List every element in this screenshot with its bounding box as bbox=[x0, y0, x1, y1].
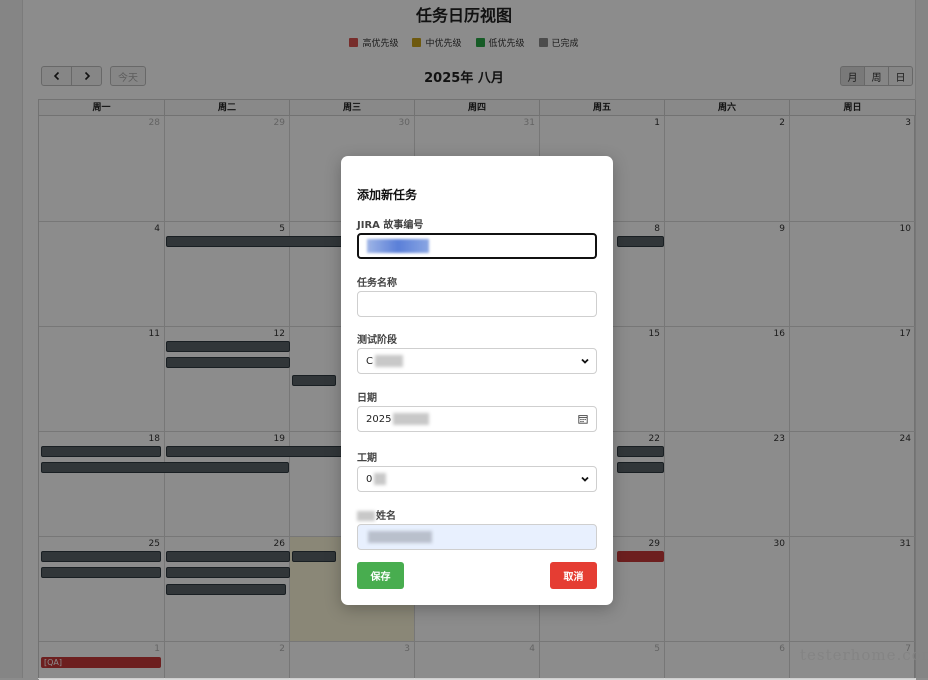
redacted-value bbox=[374, 355, 403, 367]
task-name-label: 任务名称 bbox=[357, 278, 397, 289]
redacted-value bbox=[374, 473, 387, 485]
redacted-value bbox=[357, 511, 375, 521]
date-label: 日期 bbox=[357, 393, 377, 404]
test-stage-select[interactable]: C bbox=[357, 348, 597, 374]
tester-name-label: 姓名 bbox=[357, 507, 396, 522]
workdays-label: 工期 bbox=[357, 453, 377, 464]
date-value: 2025 bbox=[366, 413, 392, 425]
date-input[interactable]: 2025 bbox=[357, 406, 597, 432]
jira-story-input[interactable] bbox=[357, 233, 597, 259]
workdays-select[interactable]: 0 bbox=[357, 466, 597, 492]
redacted-value bbox=[368, 531, 432, 543]
tester-name-input[interactable] bbox=[357, 524, 597, 550]
workdays-value: 0 bbox=[366, 473, 373, 485]
cancel-button[interactable]: 取消 bbox=[550, 562, 597, 589]
tester-label-text: 姓名 bbox=[376, 511, 396, 522]
add-task-dialog: 添加新任务 JIRA 故事编号 任务名称 测试阶段 C 日期 2025 工期 0… bbox=[341, 156, 613, 605]
chevron-down-icon bbox=[581, 476, 589, 482]
chevron-down-icon bbox=[581, 358, 589, 364]
jira-label: JIRA 故事编号 bbox=[357, 220, 424, 231]
dialog-title: 添加新任务 bbox=[357, 188, 418, 202]
calendar-icon[interactable] bbox=[578, 414, 588, 424]
redacted-value bbox=[367, 239, 429, 253]
stage-value: C bbox=[366, 355, 373, 367]
save-button[interactable]: 保存 bbox=[357, 562, 404, 589]
task-name-input[interactable] bbox=[357, 291, 597, 317]
test-stage-label: 测试阶段 bbox=[357, 335, 397, 346]
redacted-value bbox=[393, 413, 430, 425]
